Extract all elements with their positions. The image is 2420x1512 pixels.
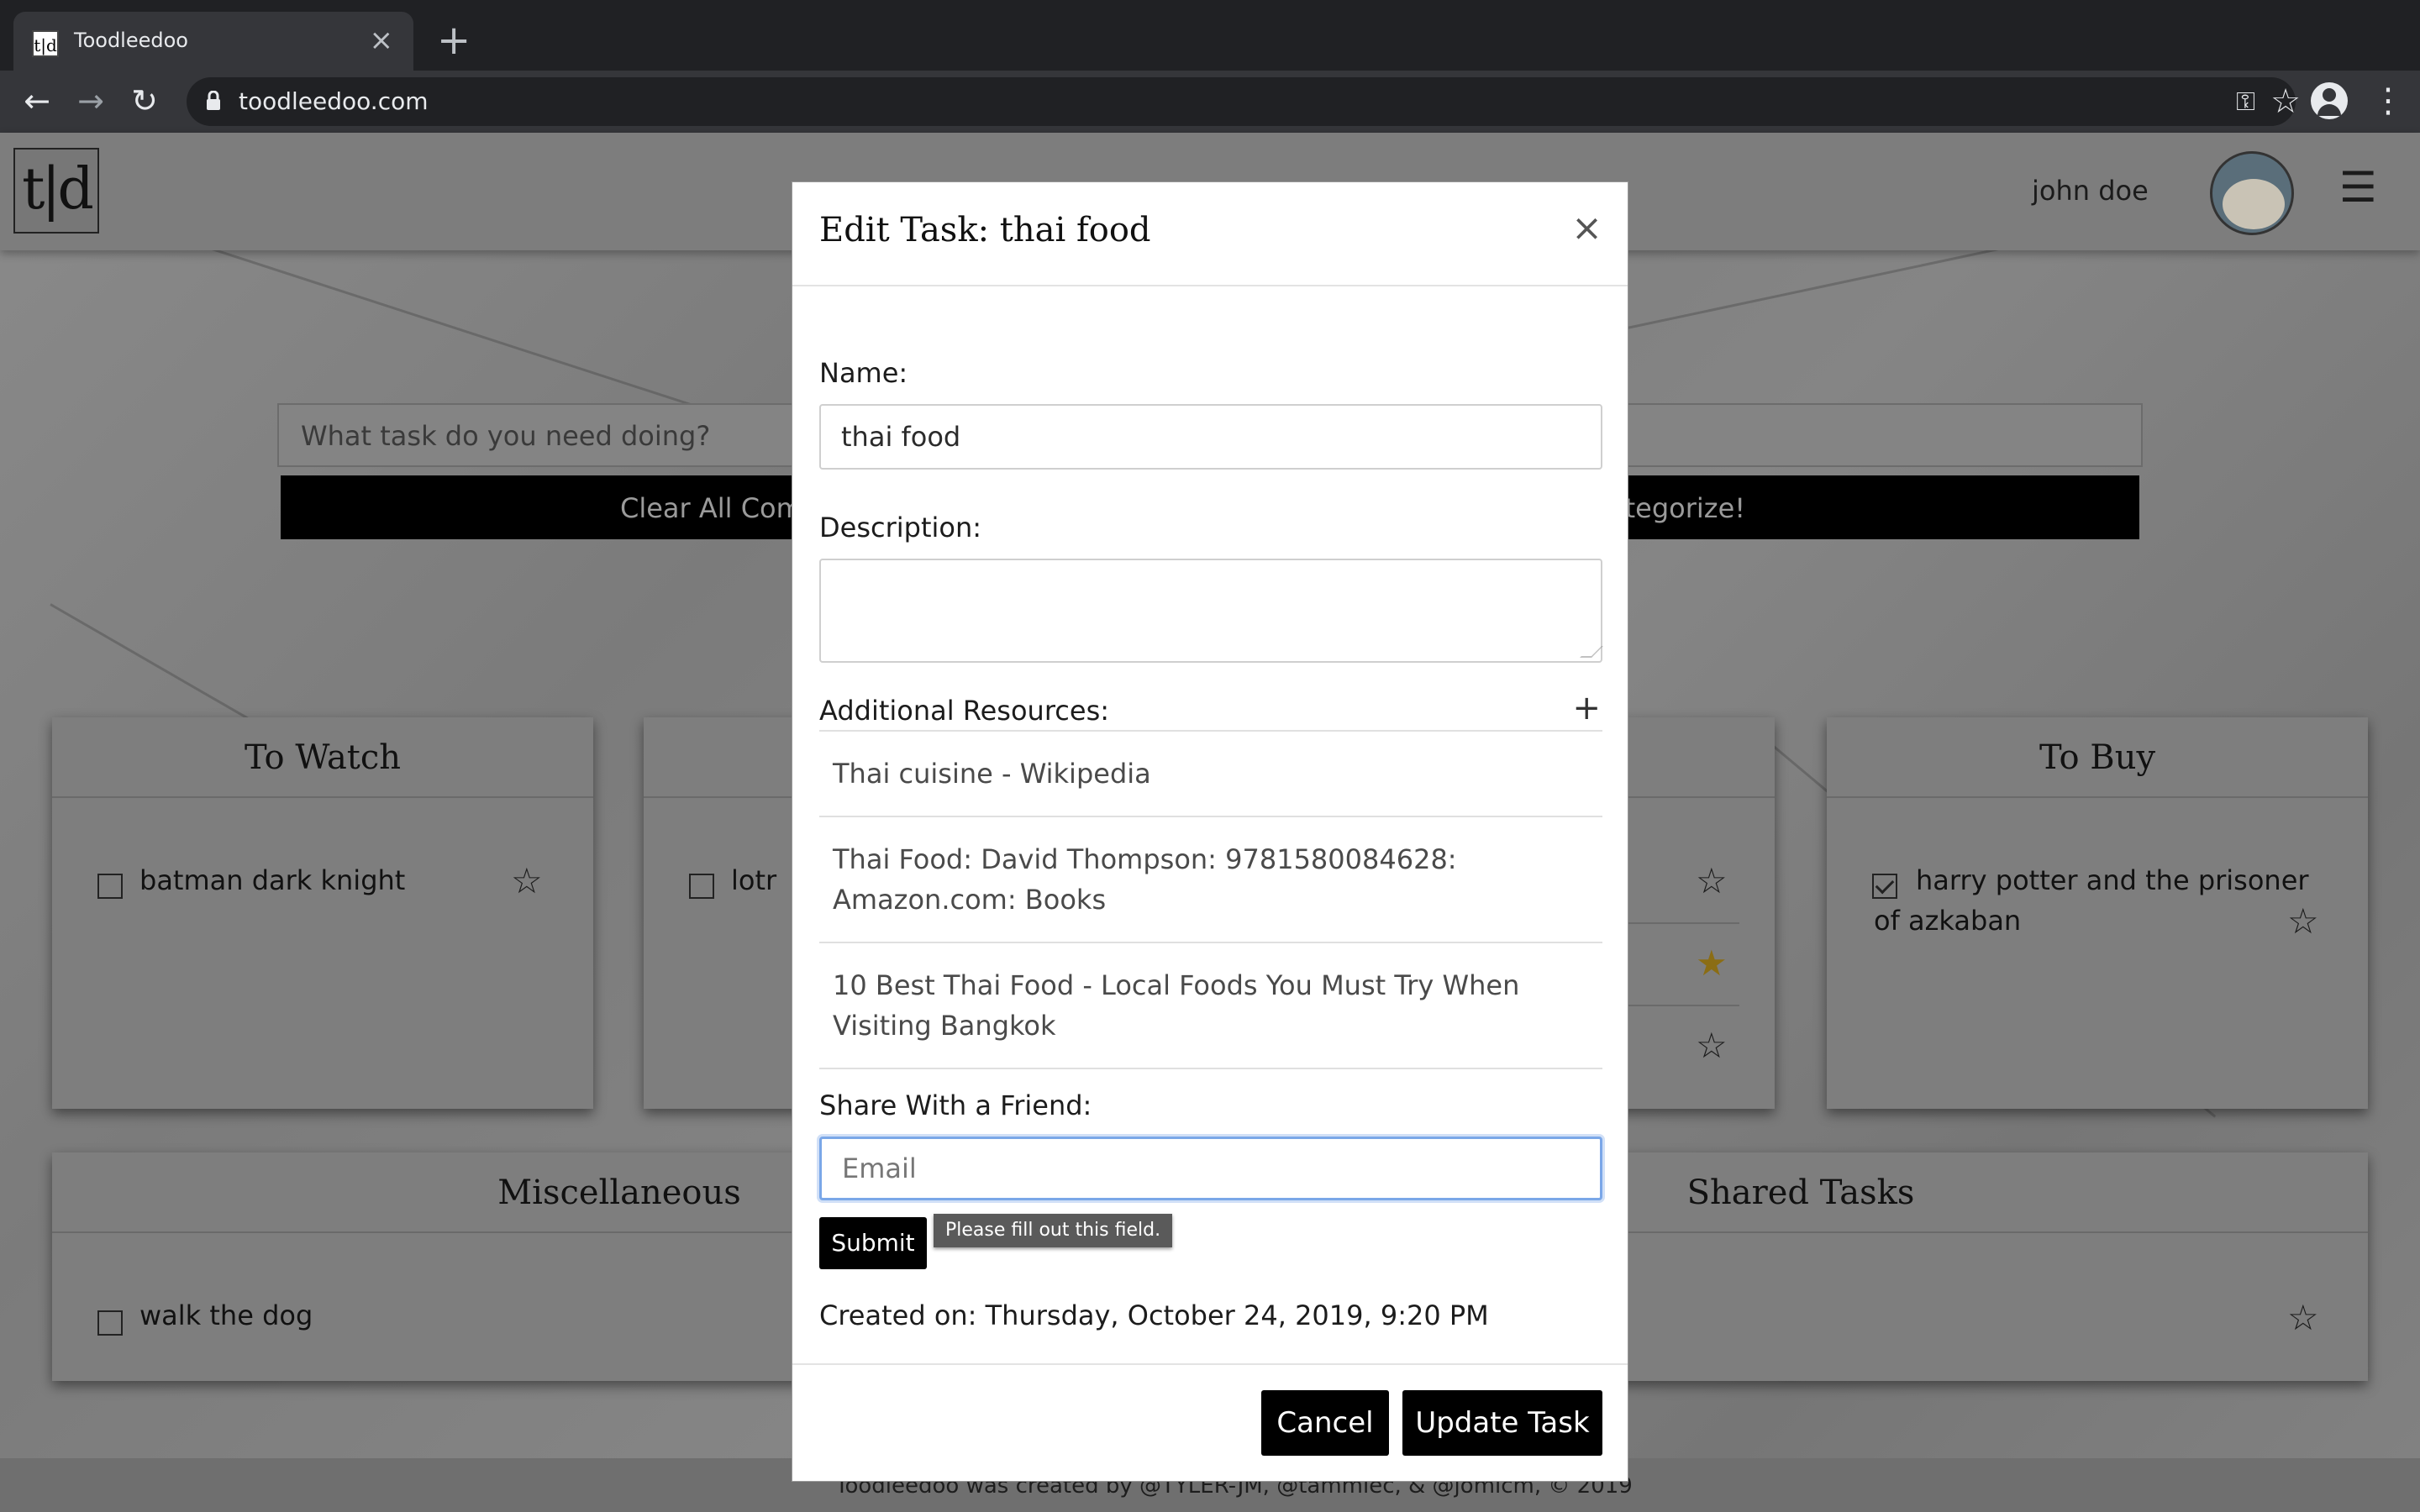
task-label[interactable]: harry potter and the prisoner of azkaban bbox=[1874, 860, 2328, 941]
app-logo[interactable]: t|d bbox=[13, 148, 99, 234]
forward-icon[interactable]: → bbox=[69, 79, 113, 123]
browser-tab[interactable]: t|d Toodleedoo × bbox=[13, 12, 413, 71]
list-to-buy: To Buy harry potter and the prisoner of … bbox=[1827, 717, 2368, 1109]
resources-label: Additional Resources: bbox=[819, 695, 1110, 727]
add-resource-icon[interactable]: + bbox=[1572, 691, 1601, 725]
categorize-button[interactable]: ategorize! bbox=[1608, 492, 1745, 524]
submit-button[interactable]: Submit bbox=[819, 1217, 927, 1269]
new-tab-icon[interactable]: + bbox=[437, 18, 471, 62]
tab-title: Toodleedoo bbox=[74, 29, 188, 52]
avatar[interactable] bbox=[2210, 151, 2294, 235]
url-text: toodleedoo.com bbox=[239, 87, 429, 115]
modal-header: Edit Task: thai food × bbox=[792, 182, 1628, 286]
star-filled-icon[interactable]: ★ bbox=[1696, 946, 1728, 981]
task-checkbox[interactable] bbox=[689, 874, 714, 899]
username[interactable]: john doe bbox=[2032, 175, 2149, 207]
name-value: thai food bbox=[841, 421, 961, 453]
modal-footer: Cancel Update Task bbox=[792, 1363, 1628, 1483]
share-label: Share With a Friend: bbox=[819, 1089, 1092, 1121]
lock-icon bbox=[207, 91, 220, 110]
task-label[interactable]: batman dark knight bbox=[139, 860, 405, 900]
browser-toolbar: ← → ↻ toodleedoo.com ⚿ ☆ ⋮ bbox=[0, 71, 2420, 133]
name-field[interactable]: thai food bbox=[819, 404, 1602, 470]
list-title: To Buy bbox=[1827, 717, 2368, 798]
menu-kebab-icon[interactable]: ⋮ bbox=[2371, 79, 2405, 123]
task-label[interactable]: lotr bbox=[731, 860, 776, 900]
hamburger-menu-icon[interactable]: ☰ bbox=[2339, 166, 2377, 208]
star-outline-icon[interactable]: ☆ bbox=[1696, 1028, 1728, 1063]
bookmark-star-icon[interactable]: ☆ bbox=[2270, 82, 2301, 121]
modal-title: Edit Task: thai food bbox=[819, 211, 1151, 249]
profile-icon[interactable] bbox=[2311, 82, 2348, 119]
star-outline-icon[interactable]: ☆ bbox=[2287, 904, 2319, 939]
name-label: Name: bbox=[819, 357, 908, 389]
list-title: To Watch bbox=[52, 717, 593, 798]
list-to-watch: To Watch batman dark knight ☆ bbox=[52, 717, 593, 1109]
resource-link[interactable]: 10 Best Thai Food - Local Foods You Must… bbox=[819, 942, 1602, 1069]
star-outline-icon[interactable]: ☆ bbox=[1696, 864, 1728, 899]
star-outline-icon[interactable]: ☆ bbox=[2287, 1300, 2319, 1336]
reload-icon[interactable]: ↻ bbox=[123, 79, 166, 123]
back-icon[interactable]: ← bbox=[15, 79, 59, 123]
resource-link[interactable]: Thai Food: David Thompson: 9781580084628… bbox=[819, 816, 1602, 942]
validation-tooltip: Please fill out this field. bbox=[934, 1214, 1173, 1247]
task-checkbox[interactable] bbox=[97, 874, 123, 899]
cancel-button[interactable]: Cancel bbox=[1261, 1390, 1389, 1456]
star-outline-icon[interactable]: ☆ bbox=[511, 864, 543, 899]
address-bar[interactable]: toodleedoo.com ⚿ ☆ bbox=[187, 77, 2301, 126]
close-icon[interactable]: × bbox=[1571, 207, 1602, 249]
created-date: Created on: Thursday, October 24, 2019, … bbox=[819, 1299, 1489, 1331]
resources-list: Thai cuisine - Wikipedia Thai Food: Davi… bbox=[819, 730, 1602, 1069]
resource-link[interactable]: Thai cuisine - Wikipedia bbox=[819, 730, 1602, 816]
edit-task-modal: Edit Task: thai food × Name: thai food D… bbox=[792, 181, 1628, 1482]
task-label[interactable]: walk the dog bbox=[139, 1295, 313, 1336]
description-textarea[interactable] bbox=[819, 559, 1603, 663]
browser-tabstrip: t|d Toodleedoo × + bbox=[0, 0, 2420, 71]
key-icon[interactable]: ⚿ bbox=[2236, 87, 2255, 117]
avatar-face bbox=[2223, 179, 2285, 229]
email-placeholder: Email bbox=[842, 1152, 917, 1184]
tab-close-icon[interactable]: × bbox=[370, 24, 394, 57]
description-label: Description: bbox=[819, 512, 982, 543]
task-checkbox[interactable] bbox=[97, 1310, 123, 1336]
favicon-icon: t|d bbox=[32, 30, 59, 57]
update-task-button[interactable]: Update Task bbox=[1402, 1390, 1602, 1456]
new-task-placeholder: What task do you need doing? bbox=[301, 420, 711, 452]
resize-grip-icon[interactable] bbox=[1580, 646, 1603, 658]
clear-completed-button[interactable]: Clear All Com bbox=[620, 492, 802, 524]
email-field[interactable]: Email bbox=[819, 1137, 1602, 1200]
